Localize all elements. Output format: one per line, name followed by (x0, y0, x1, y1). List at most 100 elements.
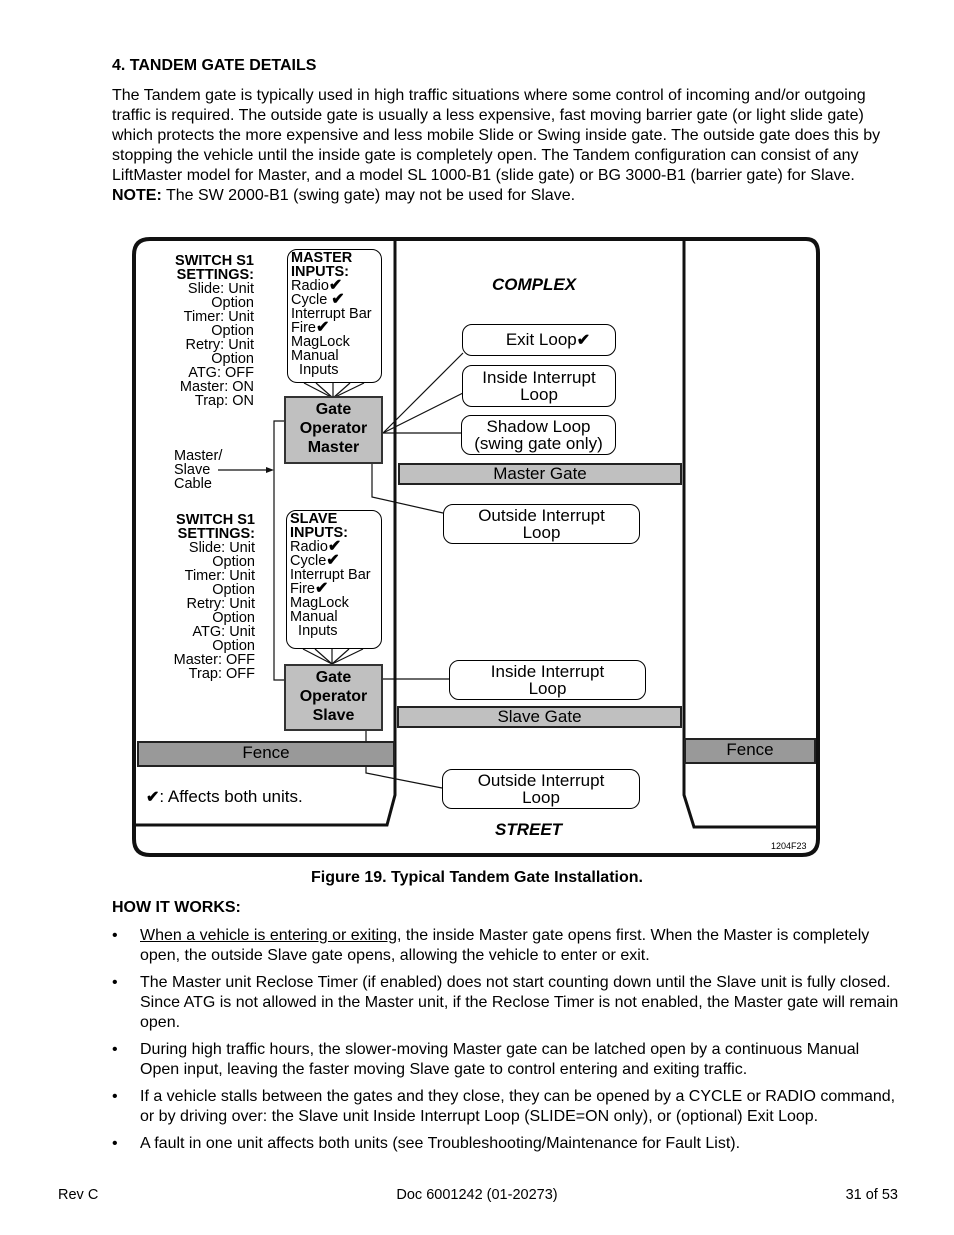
setting-line: Option (212, 582, 255, 598)
underlined-text: When a vehicle is entering or exiting (140, 927, 398, 944)
operator-label: Gate (315, 401, 352, 418)
cable-label-line: Slave (174, 462, 211, 478)
legend-text: : Affects both units. (159, 787, 303, 806)
setting-line: Trap: OFF (188, 666, 255, 682)
master-outside-interrupt-loop: Outside Interrupt Loop (443, 504, 640, 544)
setting-line: Timer: Unit (183, 309, 254, 325)
how-it-works-heading: HOW IT WORKS: (112, 899, 241, 916)
bullet-text: A fault in one unit affects both units (… (140, 1135, 741, 1152)
setting-line: ATG: Unit (192, 624, 255, 640)
slave-gate: Slave Gate (397, 706, 682, 728)
loop-label: Shadow Loop (486, 417, 591, 436)
loop-label: Inside Interrupt (482, 368, 596, 387)
bullet-icon: • (112, 1041, 118, 1058)
check-icon: ✔ (146, 789, 160, 806)
slave-outside-interrupt-loop: Outside Interrupt Loop (442, 769, 640, 809)
bullet-icon: • (112, 927, 118, 944)
check-icon: ✔ (576, 332, 591, 349)
bullet-icon: • (112, 1135, 118, 1152)
operator-label: Gate (315, 669, 352, 686)
loop-label: Loop (522, 523, 561, 542)
gate-operator-slave: Gate Operator Slave (284, 664, 383, 731)
loop-label: (swing gate only) (474, 434, 603, 453)
figure-code: 1204F23 (771, 841, 807, 851)
exit-loop: Exit Loop✔ (462, 324, 616, 356)
setting-line: ATG: OFF (188, 365, 254, 381)
slave-inputs-box: SLAVE INPUTS: Radio✔ Cycle✔ Interrupt Bar F… (286, 510, 382, 649)
operator-label: Slave (312, 707, 355, 724)
list-item: • If a vehicle stalls between the gates … (112, 1087, 902, 1127)
footer-doc-number: Doc 6001242 (01-20273) (396, 1187, 558, 1203)
master-gate: Master Gate (398, 463, 682, 485)
bullet-text: During high traffic hours, the slower-mo… (140, 1041, 860, 1078)
master-switch-settings: Slide: Unit Option Timer: Unit Option Re… (179, 281, 255, 409)
bullet-icon: • (112, 974, 118, 991)
setting-line: Slide: Unit (187, 281, 254, 297)
street-label: STREET (495, 820, 563, 839)
exit-loop-label: Exit Loop (505, 330, 577, 349)
slave-switch-title-line: SETTINGS: (177, 526, 255, 542)
intro-paragraph: The Tandem gate is typically used in hig… (112, 86, 902, 206)
setting-line: Option (211, 351, 254, 367)
section-heading: 4. TANDEM GATE DETAILS (112, 57, 317, 74)
cable-label: Master/ Slave Cable (174, 448, 223, 492)
input-item: Cycle ✔ (291, 292, 378, 308)
list-item: • The Master unit Reclose Timer (if enab… (112, 973, 902, 1033)
input-item: MagLock (290, 596, 378, 611)
setting-line: Retry: Unit (186, 596, 256, 612)
shadow-loop: Shadow Loop (swing gate only) (461, 415, 616, 455)
master-inputs-title: MASTER (291, 250, 353, 266)
loop-label: Loop (520, 385, 558, 404)
bullet-text: If a vehicle stalls between the gates an… (140, 1088, 896, 1125)
list-item: • During high traffic hours, the slower-… (112, 1040, 902, 1080)
setting-line: Timer: Unit (184, 568, 255, 584)
slave-switch-settings: Slide: Unit Option Timer: Unit Option Re… (173, 540, 256, 682)
loop-label: Loop (522, 788, 560, 807)
input-item: MagLock (291, 335, 378, 350)
loop-label: Loop (528, 679, 567, 698)
input-item-label: Inputs (290, 623, 338, 639)
operator-label: Operator (299, 420, 368, 437)
gate-operator-master: Gate Operator Master (284, 396, 383, 464)
tandem-gate-diagram: SWITCH S1 SETTINGS: Slide: Unit Option T… (130, 235, 822, 859)
figure-caption: Figure 19. Typical Tandem Gate Installat… (311, 869, 643, 886)
master-inputs-list: Radio✔ Cycle ✔ Interrupt Bar Fire✔ MagLock Ma… (291, 278, 378, 378)
input-item: Interrupt Bar (290, 568, 378, 583)
input-item: Cycle✔ (290, 553, 378, 569)
setting-line: Option (211, 295, 254, 311)
note-text: The SW 2000-B1 (swing gate) may not be u… (161, 187, 576, 204)
setting-line: Option (212, 554, 255, 570)
how-it-works-list: • When a vehicle is entering or exiting,… (112, 926, 902, 1161)
cable-label-line: Cable (174, 476, 212, 492)
complex-label: COMPLEX (492, 275, 577, 294)
setting-line: Master: ON (179, 379, 254, 395)
setting-line: Trap: ON (194, 393, 254, 409)
input-item: Fire✔ (290, 581, 378, 597)
bullet-icon: • (112, 1088, 118, 1105)
master-inputs-box: MASTER INPUTS: Radio✔ Cycle ✔ Interrupt Ba… (287, 249, 382, 383)
fence-right: Fence (684, 738, 816, 764)
bullet-text: The Master unit Reclose Timer (if enable… (140, 974, 899, 1031)
setting-line: Slide: Unit (188, 540, 255, 556)
input-item-label: Inputs (291, 362, 339, 378)
master-switch-title-line: SETTINGS: (176, 267, 254, 283)
fence-left: Fence (137, 741, 395, 767)
master-switch-title-line: SWITCH S1 (175, 253, 254, 269)
setting-line: Option (212, 638, 255, 654)
setting-line: Master: OFF (173, 652, 255, 668)
slave-inputs-title: SLAVE (290, 511, 338, 527)
intro-text: The Tandem gate is typically used in hig… (112, 87, 881, 184)
input-item: Inputs (290, 623, 378, 639)
input-item: Manual (291, 349, 378, 364)
master-switch-title: SWITCH S1 SETTINGS: (175, 253, 254, 283)
footer-page-number: 31 of 53 (845, 1187, 898, 1203)
setting-line: Retry: Unit (185, 337, 255, 353)
loop-label: Outside Interrupt (477, 771, 605, 790)
input-item: Manual (290, 610, 378, 625)
slave-switch-title: SWITCH S1 SETTINGS: (176, 513, 255, 542)
input-item: Fire✔ (291, 320, 378, 336)
input-item: Interrupt Bar (291, 307, 378, 322)
setting-line: Option (212, 610, 255, 626)
cable-label-line: Master/ (174, 448, 223, 464)
operator-label: Operator (299, 688, 368, 705)
